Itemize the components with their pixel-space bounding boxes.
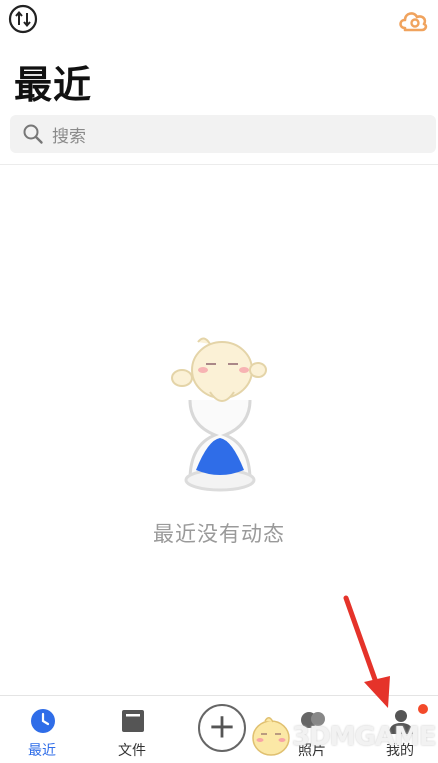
plus-icon: + [207,706,237,747]
transfer-icon[interactable] [8,4,38,34]
watermark: 3DMGAME [247,708,437,762]
nav-item-files[interactable]: 文件 [92,696,172,763]
nav-item-recent[interactable]: 最近 [2,696,82,763]
red-arrow-annotation [343,595,390,708]
top-bar [0,0,438,44]
nav-label-files: 文件 [118,743,146,759]
header-divider [0,164,438,165]
clock-icon [31,709,55,733]
search-icon [23,124,43,144]
folder-icon [122,710,144,732]
hourglass-mascot-illustration [171,337,267,492]
empty-state-message: 最近没有动态 [153,522,285,546]
cloud-icon[interactable] [396,6,430,34]
mascot-watermark-icon [252,717,290,756]
add-button[interactable]: + [198,704,246,752]
watermark-text: 3DMGAME [292,722,437,752]
search-bar[interactable]: 搜索 [10,115,436,153]
search-placeholder: 搜索 [52,126,86,147]
nav-label-recent: 最近 [28,743,56,759]
page-title: 最近 [14,63,93,107]
